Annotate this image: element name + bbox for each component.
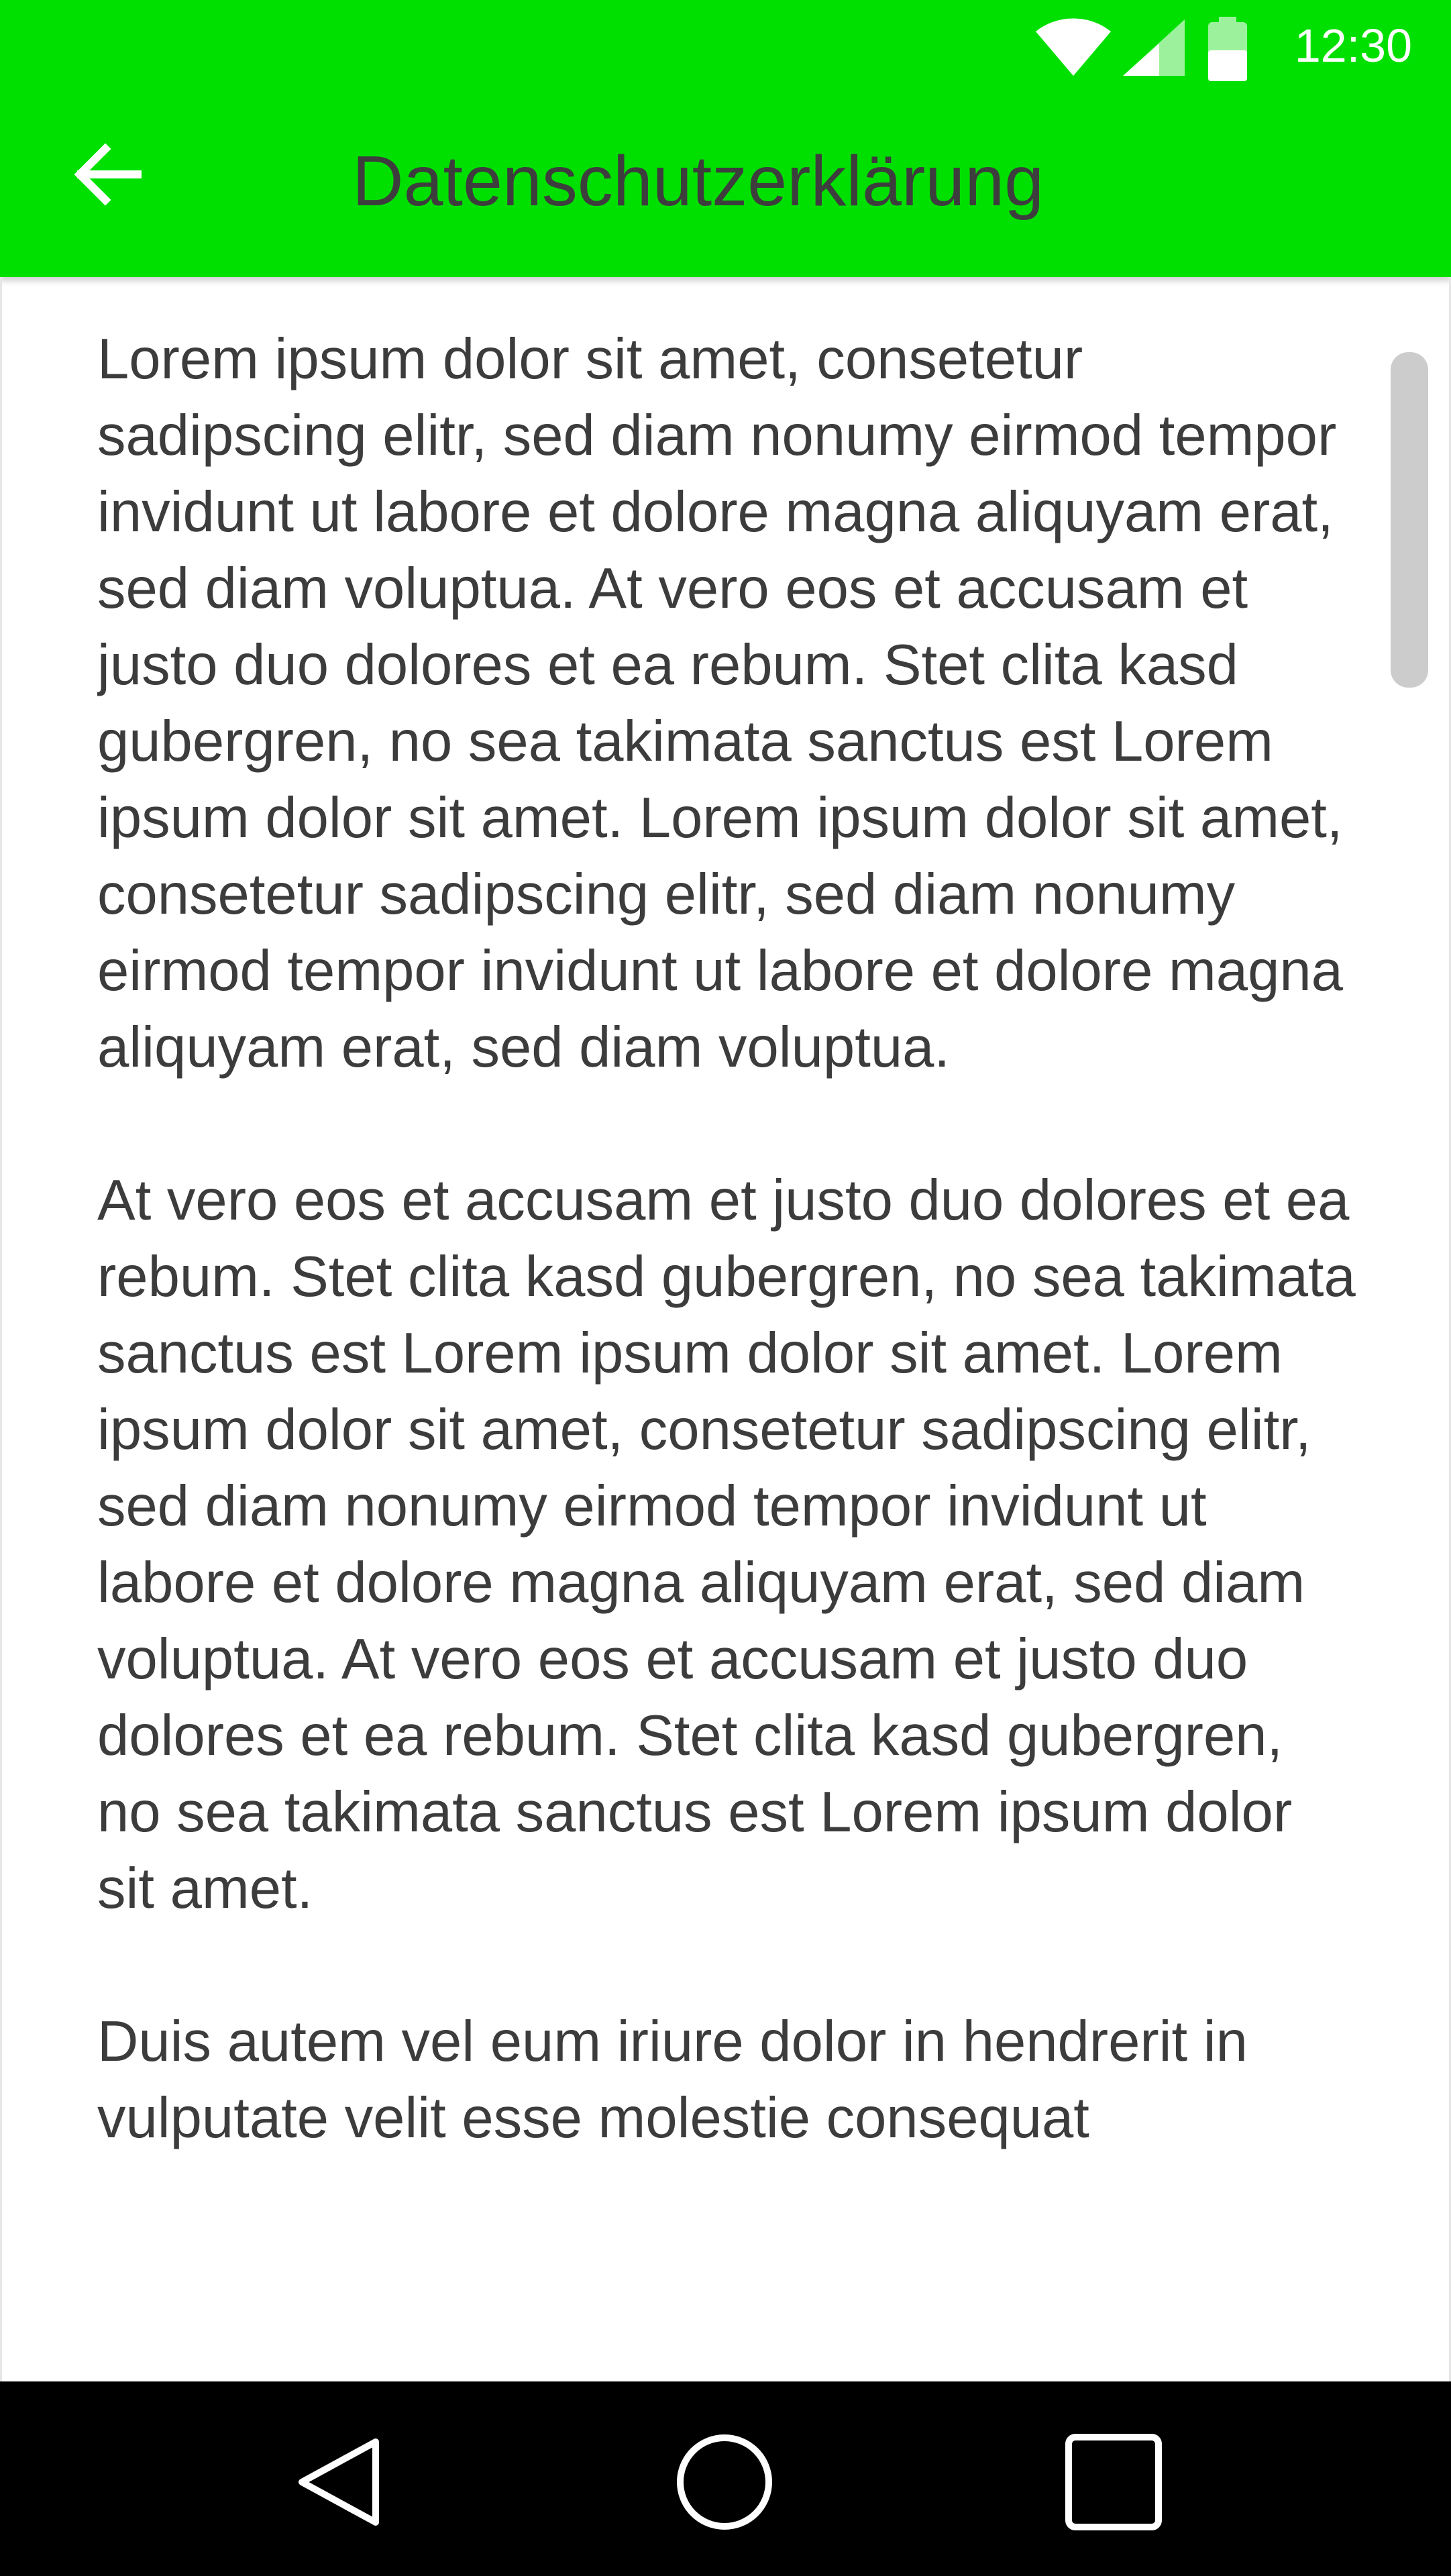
battery-icon (1208, 17, 1247, 81)
nav-home-icon (677, 2434, 772, 2530)
status-time: 12:30 (1294, 19, 1412, 72)
paragraph: Duis autem vel eum iriure dolor in hendr… (97, 2010, 1248, 2150)
nav-home-button[interactable] (667, 2428, 782, 2536)
nav-recents-icon (1065, 2434, 1162, 2530)
scrollbar-thumb[interactable] (1391, 352, 1428, 688)
back-button[interactable] (60, 124, 154, 225)
arrow-back-icon (74, 143, 142, 206)
nav-back-icon (299, 2438, 379, 2526)
status-bar: 12:30 (0, 0, 1451, 94)
privacy-text: Lorem ipsum dolor sit amet, consetetur s… (97, 321, 1358, 2334)
paragraph: At vero eos et accusam et justo duo dolo… (97, 1169, 1356, 1921)
content-scroll-area[interactable]: Lorem ipsum dolor sit amet, consetetur s… (0, 277, 1451, 2381)
cell-signal-icon (1123, 19, 1185, 76)
nav-recents-button[interactable] (1057, 2428, 1171, 2536)
paragraph: Lorem ipsum dolor sit amet, consetetur s… (97, 327, 1343, 1079)
nav-back-button[interactable] (282, 2428, 396, 2536)
app-bar: Datenschutzerklärung (0, 94, 1451, 277)
wifi-icon (1036, 18, 1111, 76)
page-title: Datenschutzerklärung (352, 142, 1044, 221)
navigation-bar (0, 2381, 1451, 2576)
